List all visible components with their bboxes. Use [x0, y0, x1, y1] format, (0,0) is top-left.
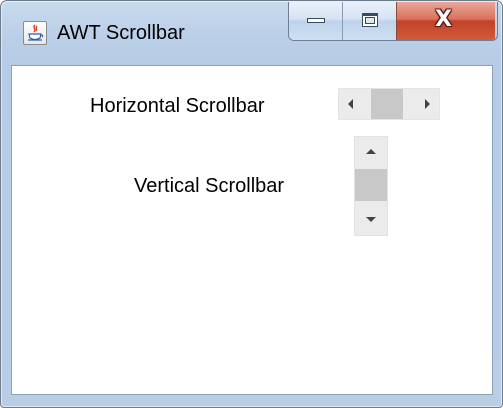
arrow-down-icon[interactable] [355, 205, 387, 235]
java-coffee-cup-icon[interactable] [23, 21, 47, 45]
vertical-scrollbar-label: Vertical Scrollbar [134, 175, 285, 197]
horizontal-scrollbar[interactable] [338, 88, 440, 120]
minimize-icon [307, 18, 325, 23]
close-icon: X [435, 7, 452, 32]
window-title: AWT Scrollbar [57, 22, 185, 44]
close-button[interactable]: X [397, 2, 495, 40]
arrow-left-icon[interactable] [339, 89, 367, 119]
arrow-right-icon[interactable] [411, 89, 439, 119]
java-coffee-cup-icon-graphic [28, 24, 44, 41]
maximize-button[interactable] [343, 2, 397, 40]
horizontal-scrollbar-thumb[interactable] [371, 89, 403, 119]
arrow-up-icon[interactable] [355, 137, 387, 167]
vertical-scrollbar[interactable] [354, 136, 388, 236]
vertical-scrollbar-thumb[interactable] [355, 169, 387, 201]
app-window: AWT Scrollbar X Horizontal Scrollbar Ver… [0, 0, 503, 408]
caption-buttons: X [288, 2, 498, 41]
horizontal-scrollbar-label: Horizontal Scrollbar [90, 95, 265, 117]
title-bar[interactable]: AWT Scrollbar X [1, 1, 502, 61]
client-area: Horizontal Scrollbar Vertical Scrollbar [11, 65, 493, 395]
maximize-icon [362, 13, 378, 27]
minimize-button[interactable] [289, 2, 343, 40]
